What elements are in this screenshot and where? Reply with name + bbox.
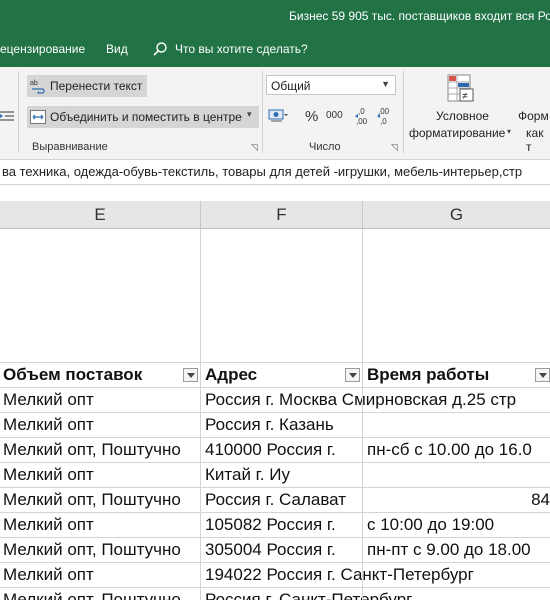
thousands-separator-button[interactable]: 000 — [326, 110, 343, 121]
cell-hours[interactable]: 84 — [367, 488, 550, 512]
cell-address[interactable]: Россия г. Салават — [205, 488, 361, 512]
merge-center-icon — [30, 110, 46, 124]
merge-dropdown-arrow-icon[interactable]: ▾ — [247, 109, 252, 120]
svg-text:≠: ≠ — [462, 91, 468, 102]
column-gridline — [362, 229, 363, 600]
filter-dropdown-icon[interactable] — [183, 368, 198, 382]
increase-decimal-icon[interactable]: ,0 ,00 — [355, 105, 373, 127]
cell-volume[interactable]: Мелкий опт, Поштучно — [3, 588, 199, 600]
svg-text:,0: ,0 — [358, 107, 365, 116]
chevron-down-icon: ▼ — [381, 79, 390, 89]
formula-bar-text: ва техника, одежда-обувь-текстиль, товар… — [2, 164, 523, 179]
filter-dropdown-icon[interactable] — [535, 368, 550, 382]
decrease-decimal-icon[interactable]: ,00 ,0 — [377, 105, 395, 127]
cell-address[interactable]: Россия г. Казань — [205, 413, 361, 437]
title-bar: Бизнес 59 905 тыс. поставщиков входит вс… — [0, 0, 550, 34]
cell-volume[interactable]: Мелкий опт — [3, 388, 199, 412]
column-header-e[interactable]: E — [0, 201, 201, 229]
table-row: Мелкий опт Россия г. Москва Смирновская … — [0, 388, 550, 413]
cell-hours[interactable]: с 10:00 до 19:00 — [367, 513, 550, 537]
ribbon: ab Перенести текст Объединить и поместит… — [0, 67, 550, 160]
search-icon — [153, 42, 167, 56]
wrap-text-icon: ab — [30, 80, 45, 94]
window-title: Бизнес 59 905 тыс. поставщиков входит вс… — [289, 9, 550, 23]
wrap-text-button[interactable]: ab Перенести текст — [27, 75, 147, 97]
separator — [262, 71, 263, 153]
cell-volume[interactable]: Мелкий опт — [3, 563, 199, 587]
cell-volume[interactable]: Мелкий опт, Поштучно — [3, 488, 199, 512]
cell-hours[interactable]: пн-сб с 10.00 до 16.0 — [367, 438, 550, 462]
empty-row — [0, 229, 550, 363]
header-address[interactable]: Адрес — [205, 363, 345, 387]
filter-dropdown-icon[interactable] — [345, 368, 360, 382]
cell-hours[interactable]: пн-пт с 9.00 до 18.00 — [367, 538, 550, 562]
table-row: Мелкий опт, Поштучно Россия г. Салават 8… — [0, 488, 550, 513]
cell-volume[interactable]: Мелкий опт — [3, 513, 199, 537]
tab-review[interactable]: ецензирование — [0, 42, 85, 56]
cell-address[interactable]: 410000 Россия г. — [205, 438, 361, 462]
svg-text:ab: ab — [30, 80, 38, 87]
indent-icon[interactable] — [0, 110, 14, 124]
chevron-down-icon: ▾ — [507, 127, 512, 136]
svg-text:,00: ,00 — [356, 117, 368, 126]
svg-text:,0: ,0 — [380, 117, 387, 126]
column-header-f[interactable]: F — [201, 201, 363, 229]
spacer — [0, 185, 550, 201]
table-row: Мелкий опт, Поштучно Россия г. Санкт-Пет… — [0, 588, 550, 600]
cell-address[interactable]: 105082 Россия г. — [205, 513, 361, 537]
cell-volume[interactable]: Мелкий опт — [3, 413, 199, 437]
table-row: Мелкий опт Россия г. Казань — [0, 413, 550, 438]
table-row: Мелкий опт, Поштучно 410000 Россия г. пн… — [0, 438, 550, 463]
column-gridline — [200, 229, 201, 600]
merge-center-label: Объединить и поместить в центре — [50, 110, 242, 124]
cell-volume[interactable]: Мелкий опт, Поштучно — [3, 438, 199, 462]
cell-volume[interactable]: Мелкий опт — [3, 463, 199, 487]
number-dialog-launcher-icon[interactable]: ◹ — [391, 142, 398, 153]
alignment-group-label: Выравнивание — [32, 141, 108, 153]
tell-me-search[interactable]: Что вы хотите сделать? — [175, 42, 308, 56]
column-header-g[interactable]: G — [363, 201, 550, 229]
ribbon-tabs: ецензирование Вид Что вы хотите сделать? — [0, 34, 550, 67]
wrap-text-label: Перенести текст — [50, 79, 143, 93]
conditional-formatting-line2: форматирование — [409, 126, 506, 140]
worksheet-grid[interactable]: Объем поставок Адрес Время работы Мелкий… — [0, 229, 550, 600]
tab-view[interactable]: Вид — [106, 42, 128, 56]
number-group-label: Число — [309, 141, 341, 153]
format-as-table-line2: как т — [526, 126, 544, 154]
header-hours[interactable]: Время работы — [367, 363, 532, 387]
cell-address[interactable]: Россия г. Санкт-Петербург — [205, 588, 550, 600]
formula-bar[interactable]: ва техника, одежда-обувь-текстиль, товар… — [0, 160, 550, 185]
merge-center-button[interactable]: Объединить и поместить в центре ▾ — [27, 106, 259, 128]
format-as-table-button[interactable]: Форм как т — [515, 71, 550, 154]
table-row: Мелкий опт Китай г. Иу — [0, 463, 550, 488]
cell-address[interactable]: 305004 Россия г. — [205, 538, 361, 562]
percent-button[interactable]: % — [305, 108, 318, 125]
conditional-formatting-button[interactable]: ≠ Условное форматирование ▾ — [406, 71, 512, 140]
conditional-formatting-icon: ≠ — [447, 74, 474, 102]
separator — [403, 71, 404, 153]
alignment-dialog-launcher-icon[interactable]: ◹ — [251, 142, 258, 153]
table-row: Мелкий опт, Поштучно 305004 Россия г. пн… — [0, 538, 550, 563]
table-row: Мелкий опт 105082 Россия г. с 10:00 до 1… — [0, 513, 550, 538]
header-volume[interactable]: Объем поставок — [3, 363, 183, 387]
table-row: Мелкий опт 194022 Россия г. Санкт-Петерб… — [0, 563, 550, 588]
table-header-row: Объем поставок Адрес Время работы — [0, 363, 550, 388]
currency-icon[interactable] — [268, 108, 288, 124]
number-format-select[interactable]: Общий ▼ — [266, 75, 396, 95]
cell-address[interactable]: Россия г. Москва Смирновская д.25 стр — [205, 388, 550, 412]
cell-address[interactable]: Китай г. Иу — [205, 463, 361, 487]
cell-volume[interactable]: Мелкий опт, Поштучно — [3, 538, 199, 562]
conditional-formatting-line1: Условное — [436, 109, 489, 123]
number-format-value: Общий — [271, 79, 311, 93]
format-as-table-line1: Форм — [518, 109, 549, 123]
separator — [18, 71, 19, 153]
cell-address[interactable]: 194022 Россия г. Санкт-Петербург — [205, 563, 550, 587]
